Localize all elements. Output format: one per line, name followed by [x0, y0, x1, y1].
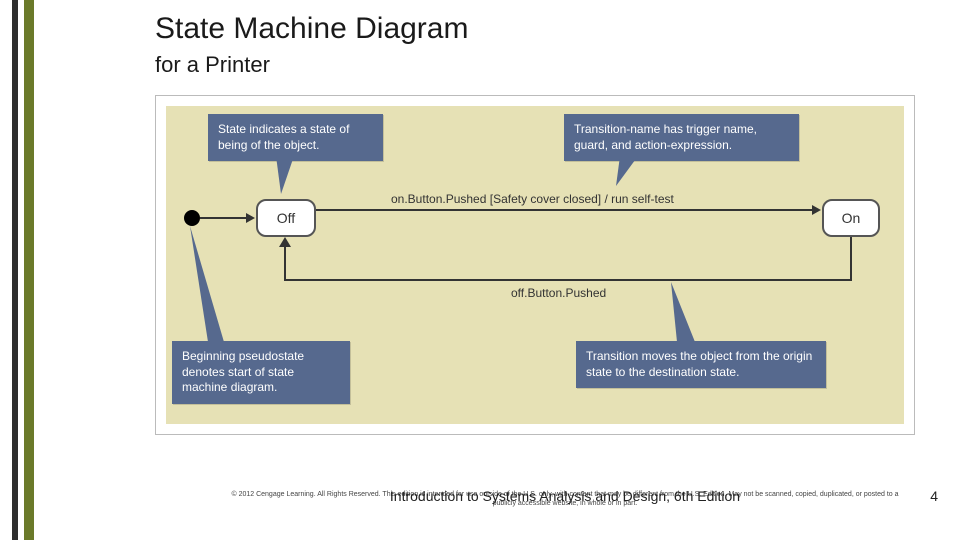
slide-title: State Machine Diagram [155, 12, 468, 46]
callout-transition-name-tail [616, 156, 644, 188]
callout-state-tail [276, 156, 306, 196]
state-on: On [822, 199, 880, 237]
callout-pseudostate: Beginning pseudostate denotes start of s… [172, 341, 350, 404]
slide: State Machine Diagram for a Printer Stat… [0, 0, 960, 540]
callout-pseudostate-tail [188, 226, 228, 342]
arrow-initial-off-head [246, 213, 255, 223]
initial-pseudostate-icon [184, 210, 200, 226]
arrow-on-off-head [279, 237, 291, 247]
arrow-on-off-v2 [284, 246, 286, 281]
callout-transition-move: Transition moves the object from the ori… [576, 341, 826, 388]
left-border [0, 0, 18, 540]
diagram-canvas: State indicates a state of being of the … [166, 106, 904, 424]
page-number: 4 [930, 488, 938, 504]
footer-book-title: Introduction to Systems Analysis and Des… [230, 488, 900, 504]
slide-subtitle: for a Printer [155, 52, 270, 78]
arrow-on-off-h [284, 279, 852, 281]
transition-label-on: on.Button.Pushed [Safety cover closed] /… [391, 192, 674, 206]
arrow-off-on-head [812, 205, 821, 215]
arrow-on-off-v1 [850, 237, 852, 281]
callout-transition-name: Transition-name has trigger name, guard,… [564, 114, 799, 161]
callout-transition-move-tail [671, 282, 705, 342]
diagram-figure: State indicates a state of being of the … [155, 95, 915, 435]
arrow-initial-off [200, 217, 248, 219]
arrow-off-on [316, 209, 814, 211]
callout-state: State indicates a state of being of the … [208, 114, 383, 161]
state-off: Off [256, 199, 316, 237]
accent-strip [24, 0, 34, 540]
transition-label-off: off.Button.Pushed [511, 286, 606, 300]
